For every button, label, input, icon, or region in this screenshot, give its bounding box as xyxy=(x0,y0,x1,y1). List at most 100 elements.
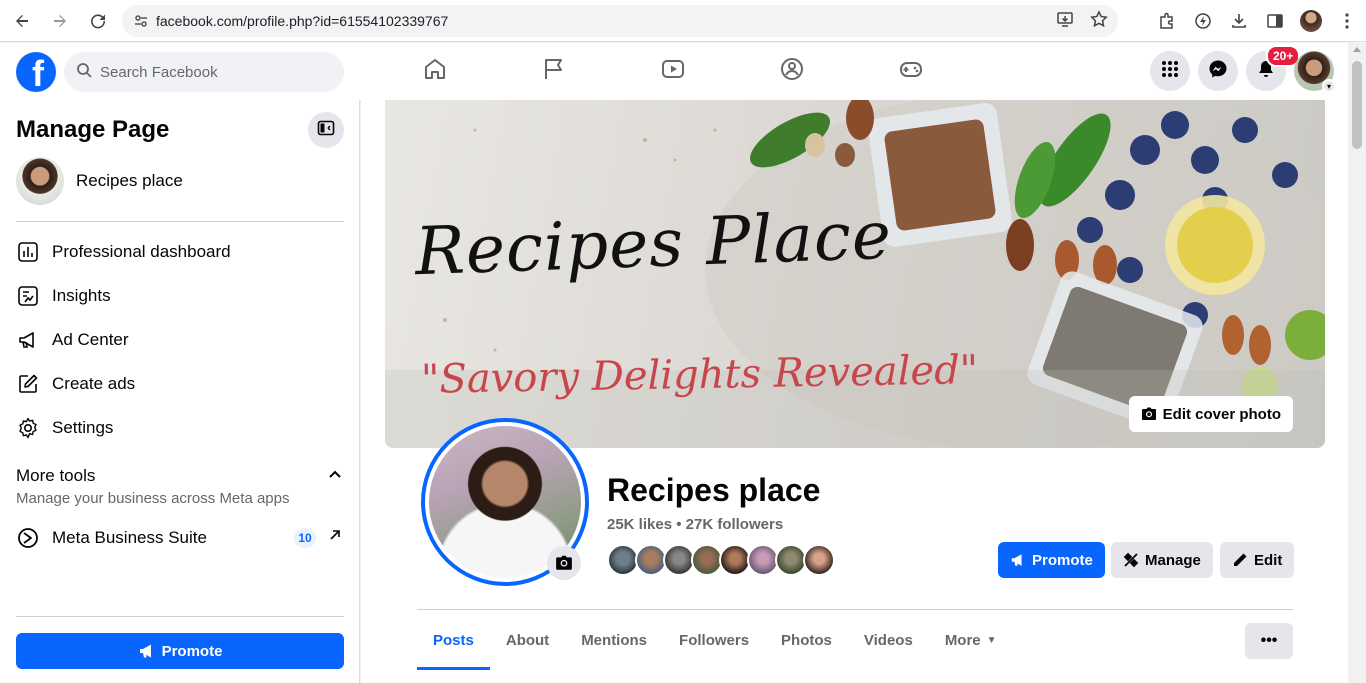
tab-mentions[interactable]: Mentions xyxy=(565,610,663,670)
scrollbar-thumb[interactable] xyxy=(1352,61,1362,149)
browser-toolbar: facebook.com/profile.php?id=615541023397… xyxy=(0,0,1366,42)
meta-business-suite-icon xyxy=(16,526,40,550)
promote-button[interactable]: Promote xyxy=(998,542,1105,578)
messenger-button[interactable] xyxy=(1198,51,1238,91)
sidebar-item-label: Professional dashboard xyxy=(52,242,231,261)
divider xyxy=(16,221,344,222)
nav-gaming[interactable] xyxy=(851,43,970,100)
notifications-button[interactable]: 20+ xyxy=(1246,45,1301,91)
camera-icon xyxy=(555,554,573,572)
caret-down-icon: ▼ xyxy=(986,634,997,646)
follower-avatars[interactable] xyxy=(607,544,835,576)
sidebar-item-label: Meta Business Suite xyxy=(52,528,207,547)
divider xyxy=(16,616,344,617)
sidebar-item-label: Settings xyxy=(52,418,114,437)
manage-button[interactable]: Manage xyxy=(1111,542,1213,578)
profile-tabs: Posts About Mentions Followers Photos Vi… xyxy=(417,610,1013,670)
nav-pages[interactable] xyxy=(494,43,613,100)
tab-posts[interactable]: Posts xyxy=(417,610,490,670)
promote-label: Promote xyxy=(1032,551,1093,569)
cover-photo[interactable]: Recipes Place "Savory Delights Revealed"… xyxy=(385,100,1325,448)
tools-icon xyxy=(1123,552,1145,568)
sidebar-item-label: Ad Center xyxy=(52,330,129,349)
pencil-icon xyxy=(1232,552,1254,568)
gaming-icon xyxy=(898,56,924,87)
facebook-logo-letter: f xyxy=(32,53,44,92)
sidebar-item-insights[interactable]: Insights xyxy=(16,278,344,314)
page-scrollbar[interactable] xyxy=(1348,43,1366,683)
sidebar-item-ad-center[interactable]: Ad Center xyxy=(16,322,344,358)
url-text: facebook.com/profile.php?id=615541023397… xyxy=(156,13,449,29)
forward-icon[interactable] xyxy=(42,3,78,39)
search-box[interactable] xyxy=(64,52,344,92)
sidebar-toggle-icon xyxy=(317,119,335,142)
tab-about[interactable]: About xyxy=(490,610,565,670)
tab-more[interactable]: More ▼ xyxy=(929,610,1013,670)
more-options-button[interactable]: ••• xyxy=(1245,623,1293,659)
pencil-square-icon xyxy=(16,372,40,396)
sidebar-item-label: Insights xyxy=(52,286,111,305)
tab-videos[interactable]: Videos xyxy=(848,610,929,670)
install-app-icon[interactable] xyxy=(1056,10,1074,33)
main-nav xyxy=(375,43,970,100)
camera-icon xyxy=(1141,406,1163,422)
account-avatar[interactable]: ▾ xyxy=(1294,51,1336,93)
groups-icon xyxy=(779,56,805,87)
chevron-down-icon: ▾ xyxy=(1322,79,1336,93)
search-input[interactable] xyxy=(100,63,320,81)
download-icon[interactable] xyxy=(1228,10,1250,32)
dashboard-icon xyxy=(16,240,40,264)
side-panel-icon[interactable] xyxy=(1264,10,1286,32)
manage-label: Manage xyxy=(1145,551,1201,569)
nav-groups[interactable] xyxy=(732,43,851,100)
tab-photos[interactable]: Photos xyxy=(765,610,848,670)
address-bar[interactable]: facebook.com/profile.php?id=615541023397… xyxy=(122,5,1118,37)
page-name: Recipes place xyxy=(76,171,183,190)
site-info-icon[interactable] xyxy=(126,14,156,28)
tab-label: Posts xyxy=(433,631,474,649)
tab-label: More xyxy=(944,631,981,649)
grid-icon xyxy=(1160,59,1180,84)
sidebar-item-professional-dashboard[interactable]: Professional dashboard xyxy=(16,234,344,270)
performance-icon[interactable] xyxy=(1192,10,1214,32)
insights-icon xyxy=(16,284,40,308)
sidebar-promote-button[interactable]: Promote xyxy=(16,633,344,669)
nav-video[interactable] xyxy=(613,43,732,100)
home-icon xyxy=(422,56,448,87)
back-icon[interactable] xyxy=(4,3,40,39)
update-profile-picture-button[interactable] xyxy=(547,546,581,580)
current-page-selector[interactable]: Recipes place xyxy=(16,157,183,205)
edit-cover-photo-button[interactable]: Edit cover photo xyxy=(1128,396,1293,432)
sidebar-item-settings[interactable]: Settings xyxy=(16,410,344,446)
more-tools-subtitle: Manage your business across Meta apps xyxy=(16,490,290,507)
collapse-sidebar-button[interactable] xyxy=(308,112,344,148)
profile-main: Recipes Place "Savory Delights Revealed"… xyxy=(361,100,1348,683)
edit-cover-label: Edit cover photo xyxy=(1162,405,1281,423)
bookmark-star-icon[interactable] xyxy=(1090,9,1108,33)
tab-label: About xyxy=(505,631,550,649)
nav-home[interactable] xyxy=(375,43,494,100)
browser-menu-icon[interactable] xyxy=(1336,10,1358,32)
edit-button[interactable]: Edit xyxy=(1220,542,1295,578)
more-tools-heading: More tools xyxy=(16,466,96,485)
video-icon xyxy=(660,56,686,87)
profile-name: Recipes place xyxy=(607,472,821,508)
follower-avatar xyxy=(803,544,835,576)
facebook-logo[interactable]: f xyxy=(16,52,56,92)
sidebar-item-create-ads[interactable]: Create ads xyxy=(16,366,344,402)
tab-followers[interactable]: Followers xyxy=(663,610,765,670)
manage-page-sidebar: Manage Page Recipes place Professional d… xyxy=(0,100,360,683)
chevron-up-icon[interactable] xyxy=(328,468,342,487)
menu-grid-button[interactable] xyxy=(1150,51,1190,91)
flag-icon xyxy=(541,56,567,87)
scroll-up-arrow[interactable] xyxy=(1353,47,1361,52)
reload-icon[interactable] xyxy=(80,3,116,39)
extensions-icon[interactable] xyxy=(1156,10,1178,32)
profile-stats[interactable]: 25K likes • 27K followers xyxy=(607,516,783,533)
browser-profile-avatar[interactable] xyxy=(1300,10,1322,32)
megaphone-icon xyxy=(16,328,40,352)
external-link-icon[interactable] xyxy=(328,528,342,547)
promote-label: Promote xyxy=(161,642,223,660)
tab-label: Videos xyxy=(863,631,913,649)
megaphone-icon xyxy=(138,642,162,660)
